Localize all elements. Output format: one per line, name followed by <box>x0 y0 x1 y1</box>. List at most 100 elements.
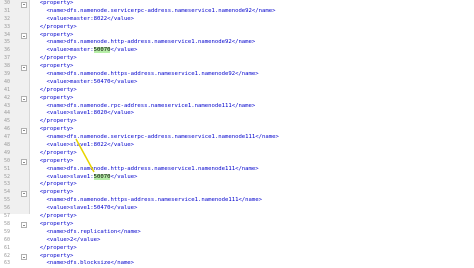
code-line[interactable]: </property> <box>33 118 474 126</box>
fold-toggle-icon[interactable] <box>21 33 27 40</box>
code-line[interactable]: <name>dfs.namenode.rpc-address.nameservi… <box>33 103 474 111</box>
code-line[interactable]: <name>dfs.namenode.http-address.nameserv… <box>33 166 474 174</box>
fold-toggle-icon[interactable] <box>21 64 27 71</box>
code-line[interactable]: </property> <box>33 245 474 253</box>
code-text: <name>dfs.namenode.servicerpc-address.na… <box>46 7 276 14</box>
code-line[interactable]: <value>master:50470</value> <box>33 79 474 87</box>
code-text-tail: </value> <box>110 173 138 180</box>
code-text: <value>master: <box>46 47 94 54</box>
code-line[interactable]: <name>dfs.namenode.https-address.nameser… <box>33 71 474 79</box>
line-number: 44 <box>4 110 11 117</box>
code-line[interactable]: <name>dfs.namenode.servicerpc-address.na… <box>33 8 474 16</box>
code-text: <property> <box>39 220 74 227</box>
code-text: <property> <box>39 157 74 164</box>
line-number: 36 <box>4 47 11 54</box>
code-line[interactable]: <value>master:50070</value> <box>33 47 474 55</box>
code-line[interactable]: </property> <box>33 213 474 221</box>
fold-toggle-icon[interactable] <box>21 159 27 166</box>
code-text: </property> <box>39 23 77 30</box>
code-line[interactable]: <property> <box>33 253 474 261</box>
fold-toggle-icon[interactable] <box>21 254 27 260</box>
gutter-row: 53 <box>0 181 29 189</box>
code-line[interactable]: <property> <box>33 221 474 229</box>
code-line[interactable]: <property> <box>33 63 474 71</box>
gutter-row: 54 <box>0 189 29 197</box>
code-line[interactable]: <name>dfs.replication</name> <box>33 229 474 237</box>
line-number: 55 <box>4 197 11 204</box>
code-area[interactable]: <property> <name>dfs.namenode.servicerpc… <box>30 0 474 266</box>
gutter-row: 46 <box>0 126 29 134</box>
gutter-row: 32 <box>0 16 29 24</box>
annotation-line <box>75 138 95 173</box>
code-line[interactable]: </property> <box>33 55 474 63</box>
line-number: 42 <box>4 94 11 101</box>
code-text: <name>dfs.namenode.rpc-address.nameservi… <box>46 102 256 109</box>
line-number: 39 <box>4 71 11 78</box>
code-line[interactable]: <value>master:8022</value> <box>33 16 474 24</box>
gutter-row: 61 <box>0 245 29 253</box>
code-line[interactable]: <value>2</value> <box>33 237 474 245</box>
code-line[interactable]: <name>dfs.blocksize</name> <box>33 260 474 268</box>
code-editor[interactable]: 30 31 32 33 34 35 36 37 38 39 40 41 42 43 44 45 46 47 48 49… <box>0 0 474 266</box>
code-line[interactable]: <property> <box>33 158 474 166</box>
line-number: 50 <box>4 157 11 164</box>
fold-toggle-icon[interactable] <box>21 190 27 197</box>
code-line[interactable]: <value>slave1:50070</value> <box>33 173 474 182</box>
highlighted-port-value[interactable]: 50070 <box>93 47 111 54</box>
code-line[interactable]: </property> <box>33 150 474 158</box>
gutter-row: 44 <box>0 110 29 118</box>
gutter-row: 55 <box>0 197 29 205</box>
code-text: </property> <box>39 118 77 125</box>
code-line[interactable]: </property> <box>33 181 474 189</box>
fold-toggle-icon[interactable] <box>21 127 27 134</box>
line-number: 60 <box>4 236 11 243</box>
code-line[interactable]: <property> <box>33 32 474 40</box>
fold-toggle-icon[interactable] <box>21 1 27 8</box>
code-text: <property> <box>39 94 74 101</box>
code-line[interactable]: <value>slave1:8020</value> <box>33 110 474 118</box>
code-text: </property> <box>39 149 77 156</box>
code-line[interactable]: </property> <box>33 24 474 32</box>
code-line[interactable]: <name>dfs.namenode.servicerpc-address.na… <box>33 134 474 142</box>
gutter-row: 31 <box>0 8 29 16</box>
code-line[interactable]: <property> <box>33 189 474 197</box>
code-line[interactable]: <property> <box>33 95 474 103</box>
code-text: <name>dfs.namenode.http-address.nameserv… <box>46 39 256 46</box>
code-text: </property> <box>39 55 77 62</box>
highlighted-port-value[interactable]: 50070 <box>93 173 111 180</box>
code-text: <name>dfs.namenode.https-address.nameser… <box>46 71 259 78</box>
code-text: <property> <box>39 126 74 133</box>
fold-toggle-icon[interactable] <box>21 96 27 103</box>
code-line[interactable]: <name>dfs.namenode.https-address.nameser… <box>33 197 474 205</box>
code-line[interactable]: <name>dfs.namenode.http-address.nameserv… <box>33 39 474 47</box>
code-text: <value>master:50470</value> <box>46 78 138 85</box>
code-line[interactable]: <value>slave1:8022</value> <box>33 142 474 150</box>
code-line[interactable]: <property> <box>33 126 474 134</box>
line-number: 38 <box>4 63 11 70</box>
gutter-row: 47 <box>0 134 29 142</box>
code-text: <property> <box>39 63 74 70</box>
line-number: 30 <box>4 0 11 6</box>
code-line[interactable]: <property> <box>33 0 474 8</box>
code-line[interactable]: </property> <box>33 87 474 95</box>
code-line[interactable]: <value>slave1:50470</value> <box>33 205 474 213</box>
line-number: 32 <box>4 15 11 22</box>
gutter-row: 58 <box>0 221 29 229</box>
fold-toggle-icon[interactable] <box>21 222 27 229</box>
